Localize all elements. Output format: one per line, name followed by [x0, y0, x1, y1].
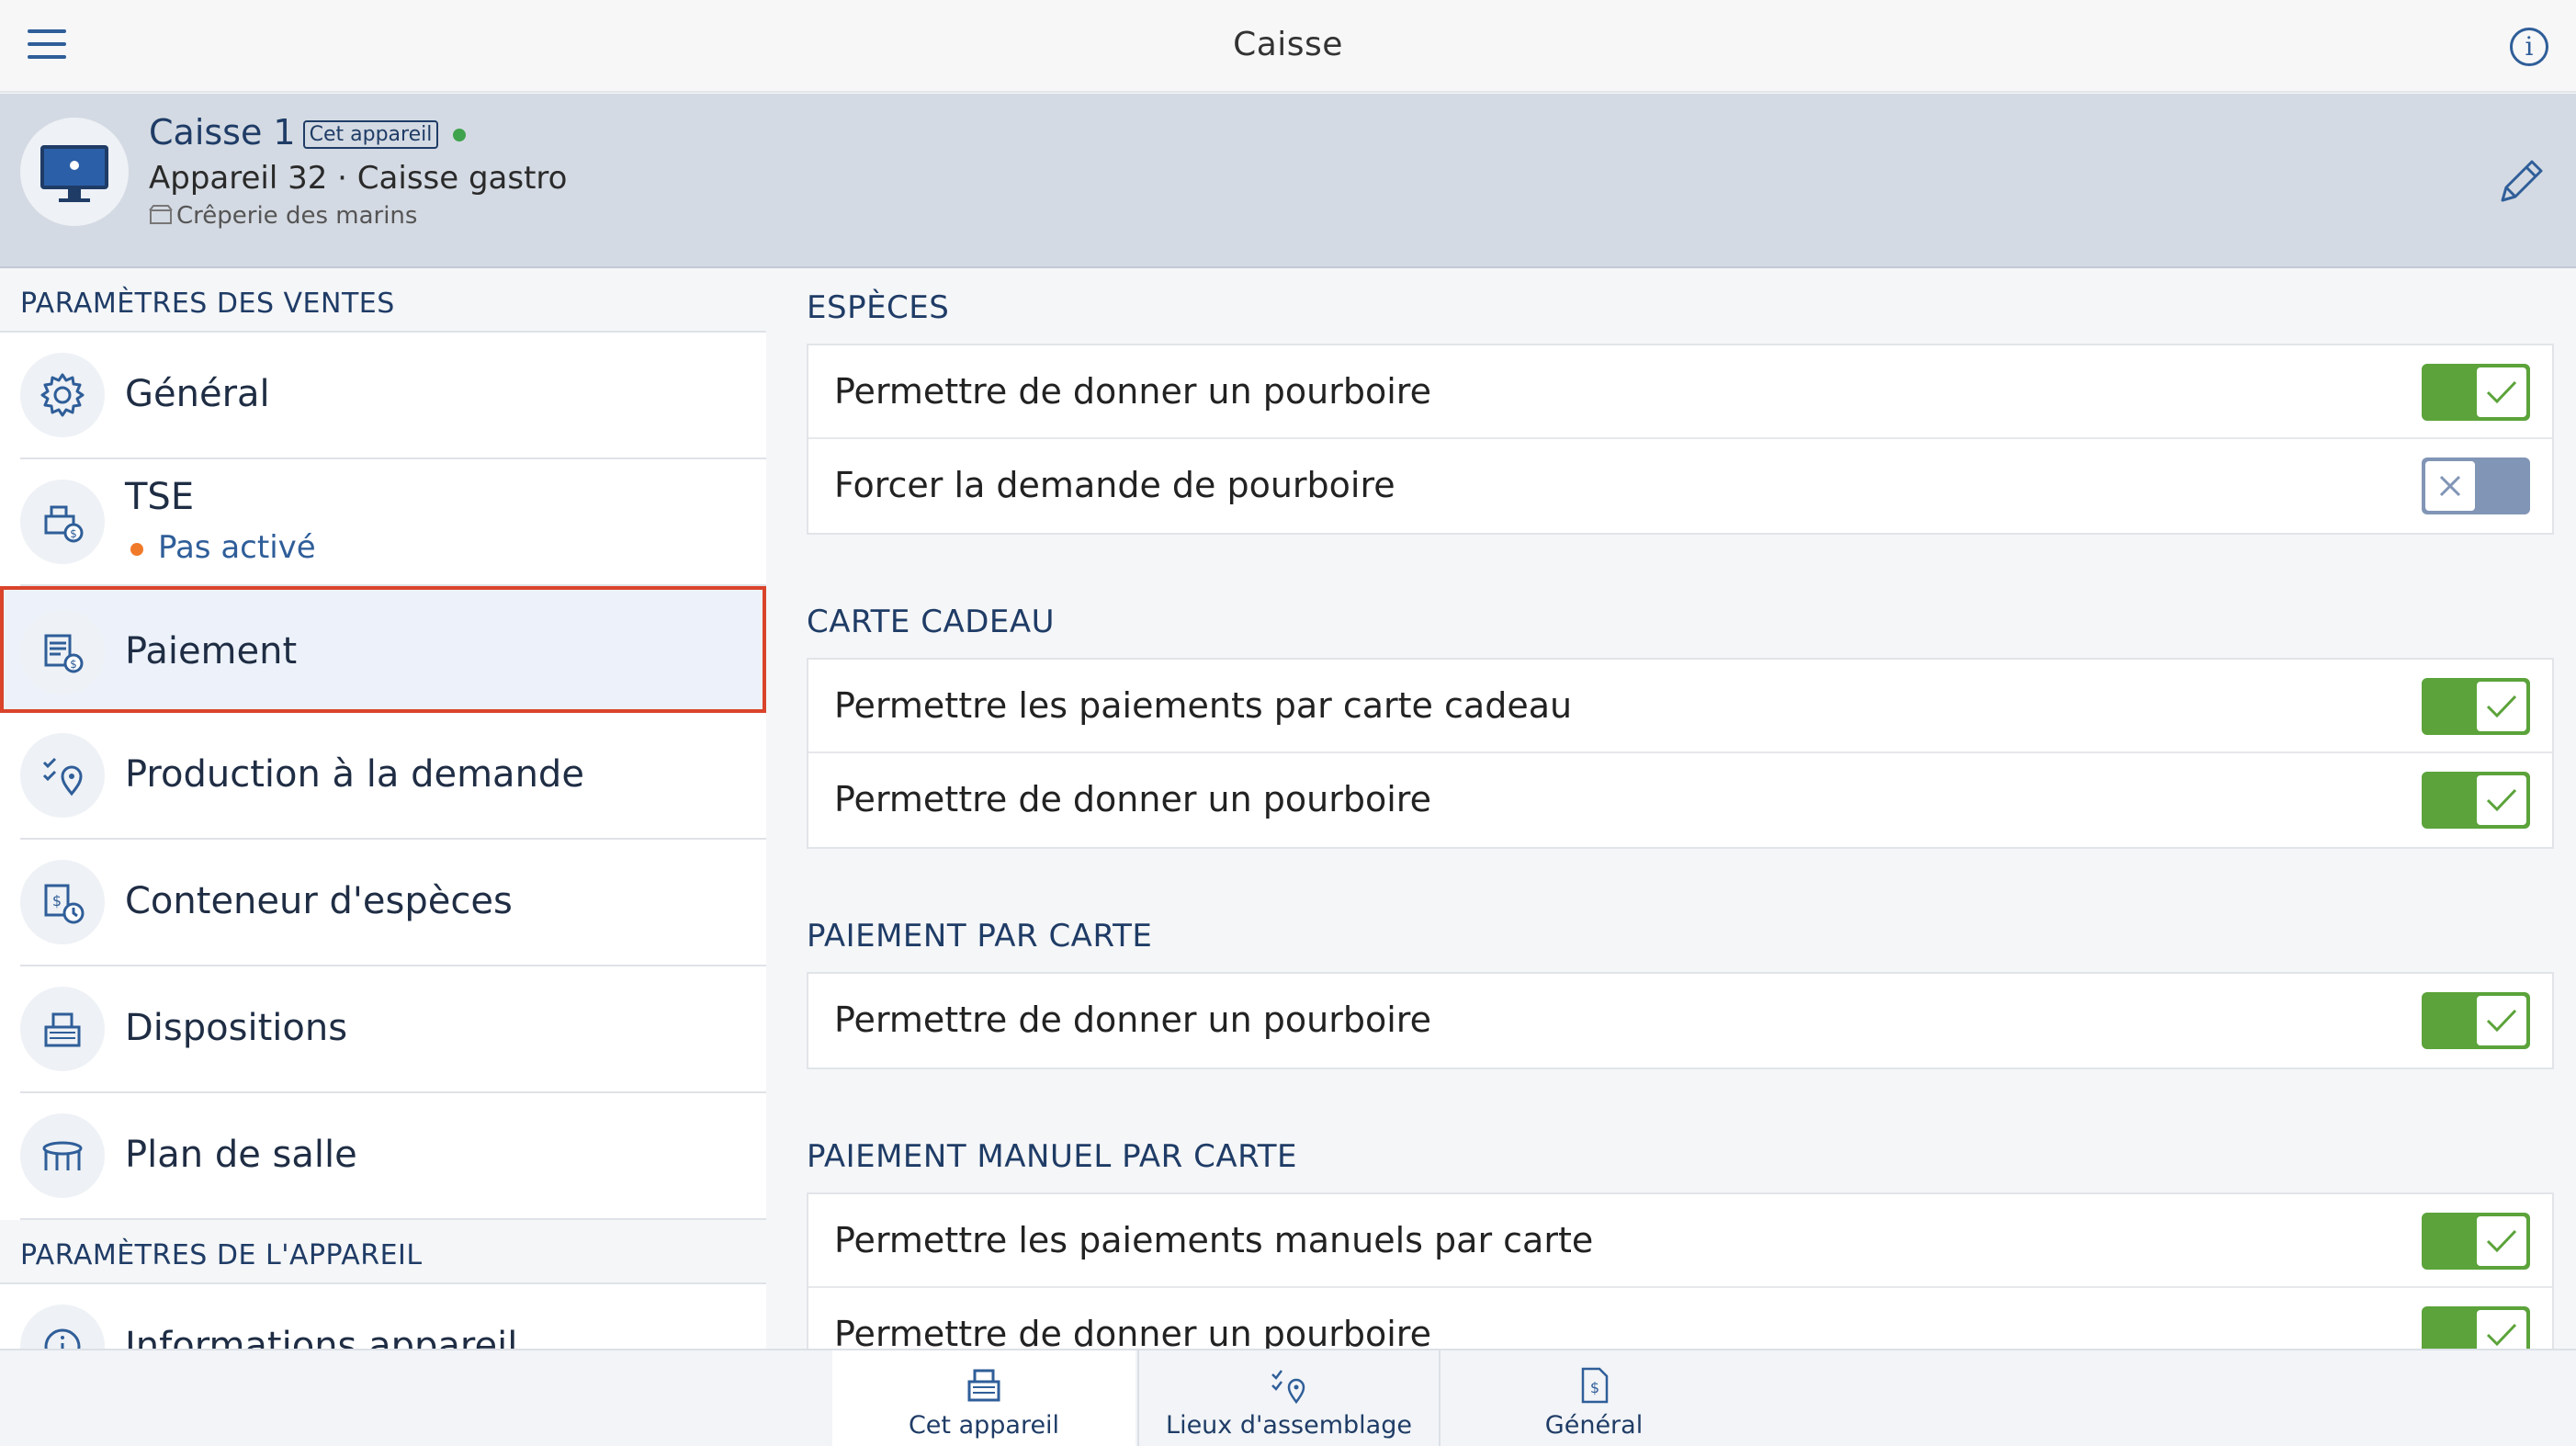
device-name: Caisse 1 [149, 112, 296, 153]
cash-register-icon [967, 1369, 1000, 1402]
setting-label: Permettre de donner un pourboire [834, 371, 1431, 412]
tab-label: Lieux d'assemblage [1166, 1411, 1412, 1440]
tse-status-text: Pas activé [158, 529, 316, 566]
app: Caisse i Caisse 1 Cet appareil Appareil 3… [0, 0, 2576, 1446]
setting-label: Permettre de donner un pourboire [834, 1000, 1431, 1040]
bottom-tab-bar: Cet appareil Lieux d'assemblage $ Généra… [0, 1349, 2576, 1446]
tab-this-device[interactable]: Cet appareil [832, 1350, 1135, 1446]
sidebar-item-label: TSE [125, 476, 195, 518]
checklist-location-icon [1271, 1370, 1305, 1405]
check-icon [2486, 788, 2517, 812]
svg-text:$: $ [1590, 1379, 1599, 1396]
checklist-location-icon [20, 733, 105, 818]
document-dollar-icon: $ [1581, 1367, 1609, 1404]
section-title-gift-card: CARTE CADEAU [807, 604, 1056, 640]
toggle-switch[interactable] [2422, 364, 2530, 421]
section-title-manual-card: PAIEMENT MANUEL PAR CARTE [807, 1138, 1297, 1175]
device-name-line: Caisse 1 Cet appareil [149, 112, 467, 153]
toggle-switch[interactable] [2422, 772, 2530, 829]
tab-label: Général [1544, 1411, 1644, 1440]
device-location: Crêperie des marins [176, 202, 418, 230]
setting-row: Permettre les paiements par carte cadeau [808, 660, 2552, 753]
sidebar-item-production[interactable]: Production à la demande [20, 713, 766, 840]
setting-label: Permettre les paiements manuels par cart… [834, 1220, 1594, 1260]
setting-label: Permettre les paiements par carte cadeau [834, 685, 1573, 726]
sidebar-item-label: Production à la demande [125, 753, 584, 796]
card-payment-settings-card: Permettre de donner un pourboire [807, 972, 2554, 1069]
close-icon [2439, 475, 2461, 497]
gear-icon [20, 353, 105, 437]
page-title: Caisse [1233, 26, 1343, 63]
check-icon [2486, 1323, 2517, 1347]
setting-row: Permettre les paiements manuels par cart… [808, 1194, 2552, 1288]
cash-container-icon: $ [20, 860, 105, 944]
online-status-dot [453, 128, 467, 141]
device-location-line: Crêperie des marins [149, 202, 417, 230]
setting-row: Forcer la demande de pourboire [808, 439, 2552, 533]
sidebar-item-tse[interactable]: $ TSE Pas activé [20, 459, 766, 586]
section-title-card-payment: PAIEMENT PAR CARTE [807, 918, 1153, 955]
check-icon [2486, 695, 2517, 718]
svg-text:$: $ [52, 892, 62, 909]
toggle-switch[interactable] [2422, 992, 2530, 1049]
table-icon [20, 1113, 105, 1198]
tse-status: Pas activé [130, 529, 316, 566]
setting-label: Permettre de donner un pourboire [834, 779, 1431, 819]
setting-row: Permettre de donner un pourboire [808, 345, 2552, 439]
check-icon [2486, 1229, 2517, 1253]
sidebar-item-label: Dispositions [125, 1007, 348, 1049]
monitor-icon [40, 145, 108, 202]
device-header: Caisse 1 Cet appareil Appareil 32 · Caiss… [0, 94, 2576, 268]
sidebar-item-floor-plan[interactable]: Plan de salle [20, 1093, 766, 1220]
toggle-switch[interactable] [2422, 1213, 2530, 1270]
sidebar-item-label: Paiement [125, 630, 298, 672]
check-icon [2486, 380, 2517, 404]
sidebar-item-label: Conteneur d'espèces [125, 880, 513, 922]
device-subtitle: Appareil 32 · Caisse gastro [149, 160, 568, 197]
sidebar-item-dispositions[interactable]: Dispositions [20, 966, 766, 1093]
cash-register-icon: $ [20, 480, 105, 564]
settings-sidebar: PARAMÈTRES DES VENTES Général $ TSE Pas … [0, 268, 766, 1411]
store-icon [149, 205, 173, 224]
sidebar-item-label: Général [125, 373, 270, 415]
info-icon[interactable]: i [2510, 28, 2548, 66]
payment-icon: $ [20, 610, 105, 695]
gift-card-settings-card: Permettre les paiements par carte cadeau… [807, 658, 2554, 849]
section-device-settings: PARAMÈTRES DE L'APPAREIL [0, 1220, 766, 1284]
setting-label: Forcer la demande de pourboire [834, 465, 1395, 505]
inactive-status-dot [130, 542, 143, 556]
tab-general[interactable]: $ Général [1442, 1350, 1746, 1446]
toggle-switch[interactable] [2422, 678, 2530, 735]
register-layout-icon [20, 987, 105, 1071]
check-icon [2486, 1009, 2517, 1033]
top-bar: Caisse i [0, 0, 2576, 93]
payment-settings: ESPÈCES Permettre de donner un pourboire… [807, 268, 2554, 1384]
sidebar-item-cash-container[interactable]: $ Conteneur d'espèces [20, 840, 766, 966]
setting-row: Permettre de donner un pourboire [808, 974, 2552, 1068]
device-avatar [20, 118, 129, 226]
svg-text:$: $ [70, 527, 77, 540]
section-title-cash: ESPÈCES [807, 289, 950, 326]
tab-label: Cet appareil [908, 1411, 1060, 1440]
sidebar-item-payment[interactable]: $ Paiement [0, 586, 766, 713]
edit-pencil-icon[interactable] [2493, 154, 2548, 209]
toggle-switch[interactable] [2422, 458, 2530, 514]
tab-assembly-locations[interactable]: Lieux d'assemblage [1137, 1350, 1441, 1446]
sidebar-item-general[interactable]: Général [20, 333, 766, 459]
svg-text:$: $ [70, 658, 77, 671]
sidebar-item-label: Plan de salle [125, 1134, 357, 1176]
device-badge: Cet appareil [302, 120, 439, 149]
cash-settings-card: Permettre de donner un pourboire Forcer … [807, 344, 2554, 535]
section-sales-settings: PARAMÈTRES DES VENTES [0, 268, 766, 333]
setting-row: Permettre de donner un pourboire [808, 753, 2552, 847]
